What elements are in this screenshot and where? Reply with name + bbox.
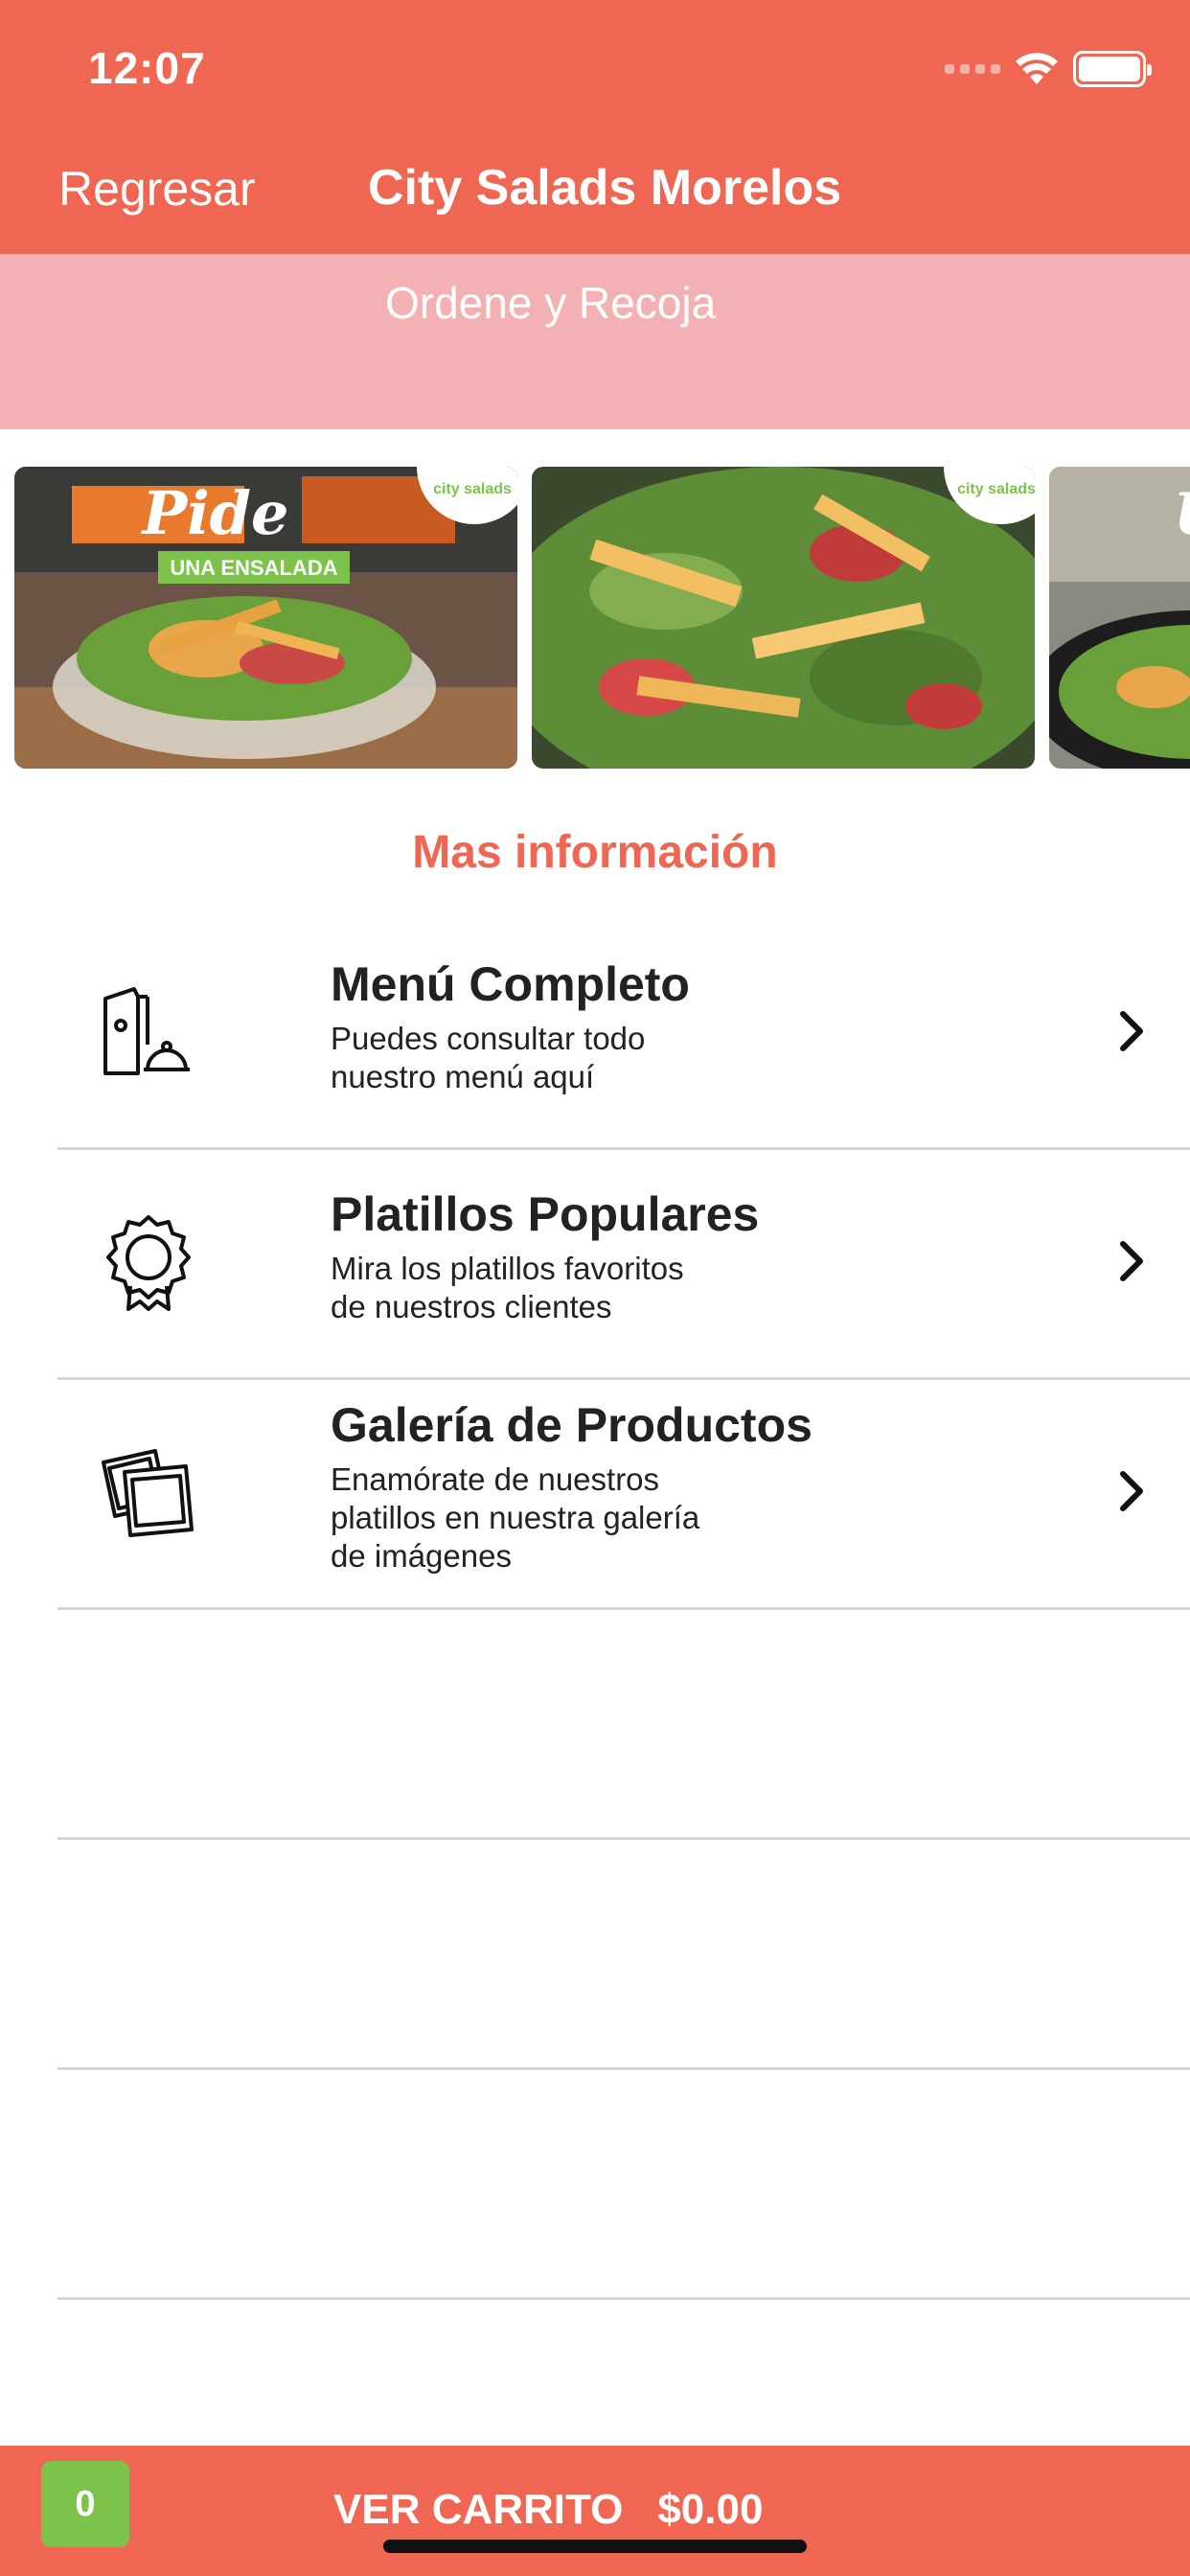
list-item-menu[interactable]: Menú Completo Puedes consultar todo nues…: [57, 920, 1190, 1150]
cart-bar: 0 VER CARRITO $0.00: [0, 2446, 1190, 2576]
list-item-title: Galería de Productos: [331, 1398, 812, 1452]
view-cart-button[interactable]: VER CARRITO $0.00: [333, 2486, 763, 2534]
promo-slide-1[interactable]: Pide UNA ENSALADA city salads: [14, 467, 517, 769]
list-item-desc: Mira los platillos favoritos de nuestros…: [331, 1251, 684, 1324]
empty-list-row: [57, 1610, 1190, 1840]
status-icons: [945, 50, 1152, 88]
chevron-right-icon: [1120, 1471, 1143, 1511]
signal-icon: [945, 64, 1000, 74]
award-icon: [106, 1215, 191, 1311]
list-item-gallery[interactable]: Galería de Productos Enamórate de nuestr…: [57, 1380, 1190, 1610]
order-mode-banner: Ordene y Recoja: [0, 254, 1190, 429]
cart-count-badge[interactable]: 0: [41, 2461, 129, 2547]
promo-carousel[interactable]: Pide UNA ENSALADA city salads city salad…: [0, 467, 1190, 769]
gallery-icon: [102, 1449, 194, 1537]
promo-brand-1: city salads: [433, 481, 512, 497]
page-title: City Salads Morelos: [368, 160, 842, 216]
chevron-right-icon: [1120, 1011, 1143, 1051]
menu-icon: [103, 987, 190, 1075]
promo-slide-2[interactable]: city salads: [532, 467, 1035, 769]
list-item-desc: Puedes consultar todo nuestro menú aquí: [331, 1021, 646, 1094]
list-item-title: Menú Completo: [331, 957, 690, 1011]
status-time: 12:07: [88, 43, 206, 93]
list-item-title: Platillos Populares: [331, 1187, 760, 1241]
wifi-icon: [1016, 53, 1058, 84]
cart-total: $0.00: [657, 2486, 764, 2533]
promo-brand-2: city salads: [957, 481, 1035, 497]
app-header: 12:07 Regresar City Salads Morelos: [0, 0, 1190, 254]
battery-icon: [1073, 51, 1152, 87]
back-button[interactable]: Regresar: [58, 161, 256, 217]
empty-list-row: [57, 2070, 1190, 2300]
promo-tagline: UNA ENSALADA: [170, 556, 337, 580]
chevron-right-icon: [1120, 1241, 1143, 1281]
section-title: Mas información: [412, 827, 778, 878]
list-item-popular[interactable]: Platillos Populares Mira los platillos f…: [57, 1150, 1190, 1380]
order-mode-label[interactable]: Ordene y Recoja: [385, 277, 716, 329]
home-indicator[interactable]: [383, 2540, 807, 2553]
empty-list-row: [57, 1840, 1190, 2070]
list-item-desc: Enamórate de nuestros platillos en nuest…: [331, 1461, 700, 1574]
promo-headline-3: U: [1174, 481, 1190, 548]
promo-slide-3[interactable]: U: [1049, 467, 1190, 769]
info-list: Menú Completo Puedes consultar todo nues…: [57, 920, 1190, 2300]
promo-headline: Pide: [141, 478, 289, 548]
view-cart-label: VER CARRITO: [333, 2486, 624, 2533]
